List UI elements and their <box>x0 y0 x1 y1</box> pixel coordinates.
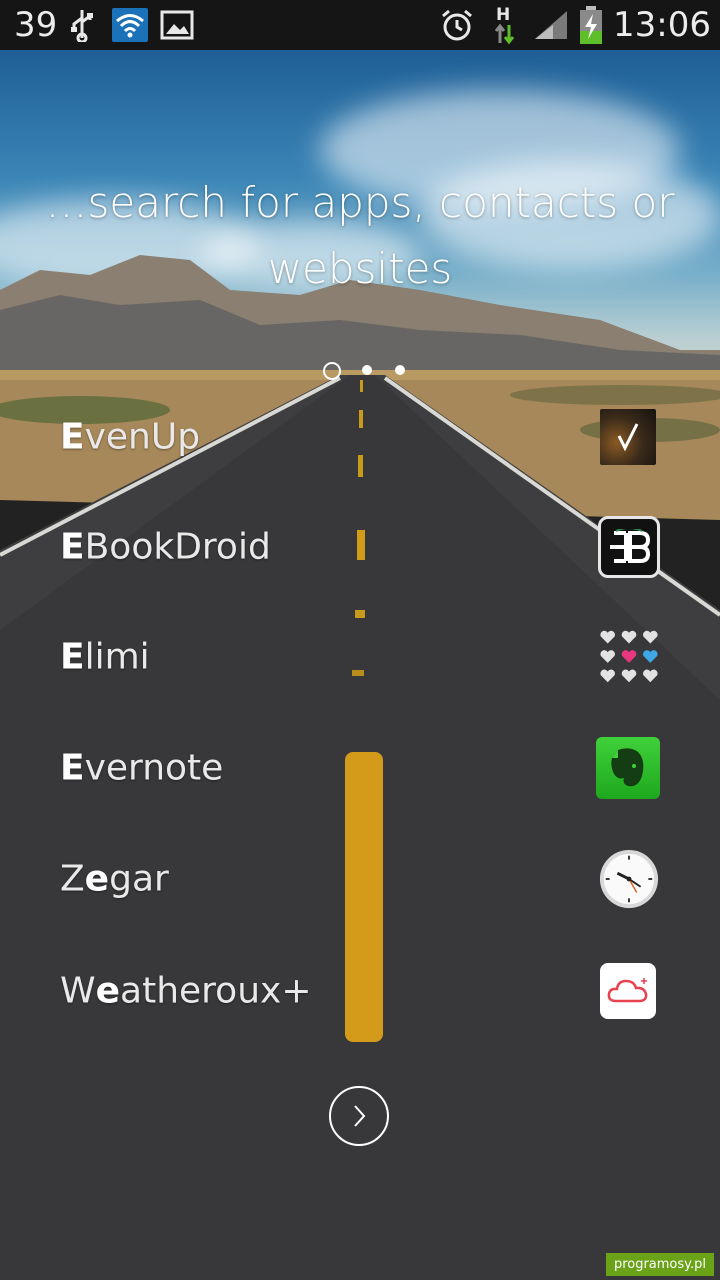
network-type-text: H <box>496 5 511 25</box>
app-label: Weatheroux+ <box>60 970 312 1012</box>
app-row-zegar[interactable]: Zegar <box>0 824 720 934</box>
weather-icon[interactable] <box>600 963 656 1019</box>
app-label: Elimi <box>60 636 150 678</box>
app-label: Evernote <box>60 747 224 789</box>
evernote-icon[interactable] <box>596 737 660 799</box>
app-row-evenup[interactable]: EvenUp <box>0 382 720 492</box>
app-row-elimi[interactable]: Elimi <box>0 602 720 712</box>
watermark: programosy.pl <box>605 1253 714 1276</box>
battery-charging-icon <box>578 0 604 50</box>
next-button[interactable] <box>329 1086 389 1146</box>
elimi-icon[interactable] <box>598 626 660 688</box>
chevron-right-icon <box>354 1105 366 1127</box>
app-label: EBookDroid <box>60 526 271 568</box>
app-label: EvenUp <box>60 416 201 458</box>
usb-icon <box>68 0 96 50</box>
app-label: Zegar <box>60 858 169 900</box>
temperature-indicator: 39 <box>14 0 57 50</box>
signal-bars-icon <box>533 0 569 50</box>
clock: 13:06 <box>613 0 711 50</box>
status-bar: 39 H 13:06 <box>0 0 720 50</box>
page-dot-2[interactable] <box>362 365 372 375</box>
page-dot-3[interactable] <box>395 365 405 375</box>
app-row-weatheroux[interactable]: Weatheroux+ <box>0 936 720 1046</box>
app-row-evernote[interactable]: Evernote <box>0 713 720 823</box>
time-text: 13:06 <box>613 5 711 45</box>
app-row-ebookdroid[interactable]: EBookDroid <box>0 492 720 602</box>
h-signal-icon: H <box>494 0 516 50</box>
page-dot-1[interactable] <box>323 362 341 380</box>
search-hint: …search for apps, contacts or websites <box>45 178 675 293</box>
ebookdroid-icon[interactable] <box>598 516 660 578</box>
temperature-text: 39 <box>14 5 58 45</box>
page-indicator[interactable] <box>320 360 410 380</box>
clock-icon[interactable] <box>598 848 660 910</box>
evenup-icon[interactable] <box>600 409 656 465</box>
wifi-icon <box>112 0 148 50</box>
image-icon <box>160 0 194 50</box>
alarm-icon <box>440 0 474 50</box>
